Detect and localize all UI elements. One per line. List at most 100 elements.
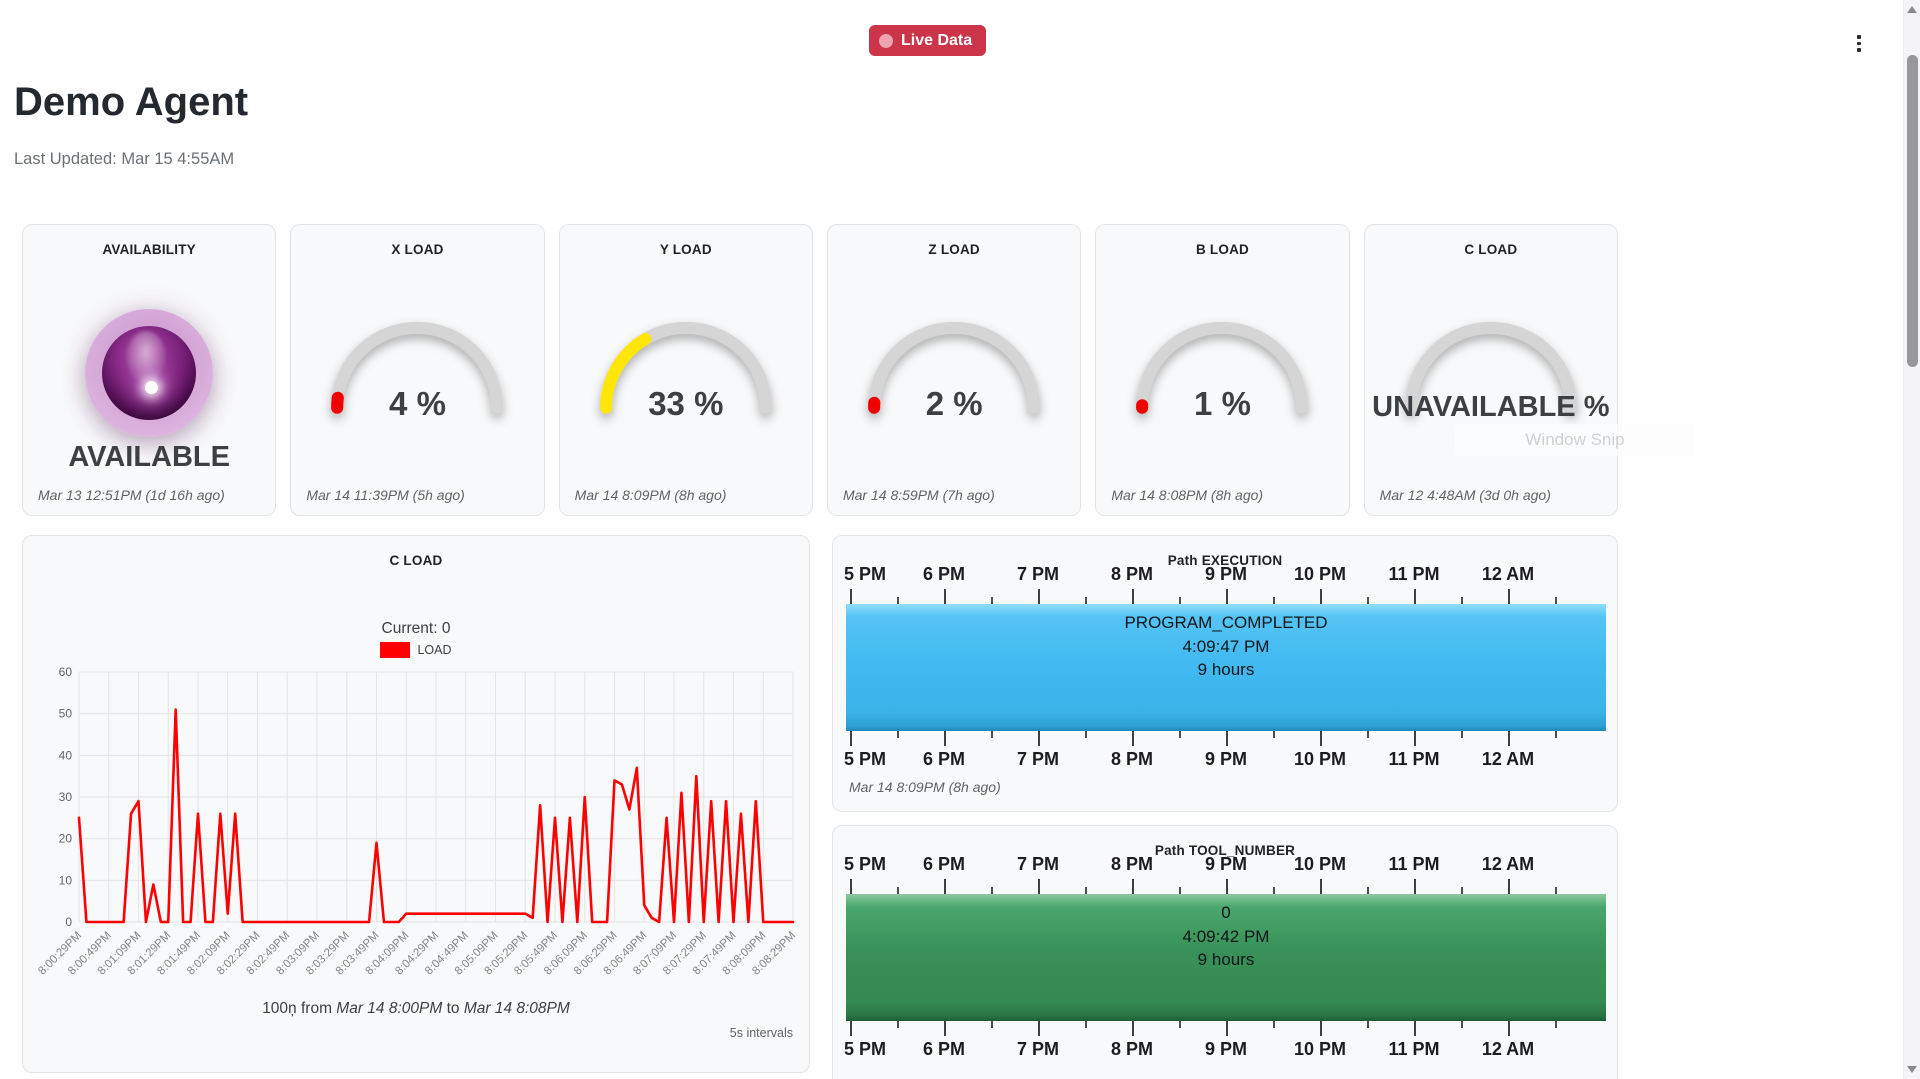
hour-label: 12 AM bbox=[1482, 564, 1534, 585]
major-tick bbox=[1226, 879, 1228, 894]
minor-tick bbox=[1367, 1021, 1369, 1028]
hour-labels: 5 PM6 PM7 PM8 PM9 PM10 PM11 PM12 AM bbox=[846, 564, 1606, 586]
minor-tick bbox=[1085, 731, 1087, 738]
bar-status-text: PROGRAM_COMPLETED bbox=[846, 611, 1606, 635]
kebab-dot bbox=[1857, 35, 1861, 39]
hour-label: 10 PM bbox=[1294, 854, 1346, 875]
hour-label: 8 PM bbox=[1111, 1039, 1153, 1060]
svg-text:50: 50 bbox=[59, 707, 73, 721]
minor-tick bbox=[1367, 731, 1369, 738]
svg-text:0: 0 bbox=[65, 915, 72, 929]
major-tick bbox=[1508, 589, 1510, 604]
timeline-axis-bottom: 5 PM6 PM7 PM8 PM9 PM10 PM11 PM12 AM bbox=[846, 1021, 1606, 1065]
major-tick bbox=[1414, 879, 1416, 894]
page-title: Demo Agent bbox=[14, 80, 248, 125]
major-tick bbox=[850, 1021, 852, 1036]
timeline-timestamp: Mar 14 8:09PM (8h ago) bbox=[849, 779, 1001, 795]
hour-labels: 5 PM6 PM7 PM8 PM9 PM10 PM11 PM12 AM bbox=[846, 854, 1606, 876]
chart-title: C LOAD bbox=[23, 553, 809, 568]
major-tick bbox=[1320, 879, 1322, 894]
bar-duration-text: 9 hours bbox=[846, 948, 1606, 972]
scroll-up-arrow-icon[interactable] bbox=[1907, 6, 1917, 13]
orb-highlight bbox=[126, 331, 166, 383]
major-tick bbox=[850, 731, 852, 746]
kebab-dot bbox=[1857, 48, 1861, 52]
gauge-title: B LOAD bbox=[1096, 242, 1348, 257]
kebab-menu-icon[interactable] bbox=[1851, 31, 1867, 56]
svg-text:20: 20 bbox=[59, 832, 73, 846]
axis-ticks bbox=[846, 876, 1606, 894]
gauge-title: Z LOAD bbox=[828, 242, 1080, 257]
path-tool-number-card: Path TOOL_NUMBER 5 PM6 PM7 PM8 PM9 PM10 … bbox=[832, 825, 1618, 1079]
major-tick bbox=[1226, 589, 1228, 604]
minor-tick bbox=[1555, 597, 1557, 604]
major-tick bbox=[944, 589, 946, 604]
minor-tick bbox=[1179, 887, 1181, 894]
axis-ticks bbox=[846, 1021, 1606, 1038]
timeline-bar-tool-number[interactable]: 0 4:09:42 PM 9 hours bbox=[846, 894, 1606, 1021]
major-tick bbox=[1320, 731, 1322, 746]
hour-label: 11 PM bbox=[1388, 854, 1439, 875]
axis-ticks bbox=[846, 731, 1606, 748]
gauge-title: X LOAD bbox=[291, 242, 543, 257]
major-tick bbox=[1038, 879, 1040, 894]
major-tick bbox=[1508, 879, 1510, 894]
hour-label: 11 PM bbox=[1388, 1039, 1439, 1060]
hour-label: 11 PM bbox=[1388, 564, 1439, 585]
bar-time-text: 4:09:47 PM bbox=[846, 635, 1606, 659]
range-joiner: to bbox=[447, 1000, 460, 1017]
minor-tick bbox=[897, 731, 899, 738]
minor-tick bbox=[1555, 731, 1557, 738]
major-tick bbox=[1132, 1021, 1134, 1036]
legend-swatch bbox=[380, 642, 410, 658]
gauge-value: 1 % bbox=[1096, 385, 1348, 423]
live-data-label: Live Data bbox=[901, 32, 972, 50]
window-snip-ghost: Window Snip bbox=[1455, 424, 1695, 456]
major-tick bbox=[1414, 589, 1416, 604]
svg-text:60: 60 bbox=[59, 665, 73, 679]
c-load-chart-card: C LOAD Current: 0 LOAD 01020304050608:00… bbox=[22, 535, 810, 1073]
chart-range-text: 100ņ from Mar 14 8:00PM to Mar 14 8:08PM bbox=[23, 1000, 809, 1018]
range-end: Mar 14 8:08PM bbox=[464, 1000, 570, 1017]
scrollbar-thumb[interactable] bbox=[1907, 55, 1918, 367]
hour-label: 8 PM bbox=[1111, 749, 1153, 770]
availability-value: AVAILABLE bbox=[23, 441, 275, 474]
bar-status-text: 0 bbox=[846, 901, 1606, 925]
hour-label: 6 PM bbox=[923, 749, 965, 770]
minor-tick bbox=[1555, 1021, 1557, 1028]
gauge-card-z-load: Z LOAD 2 % Mar 14 8:59PM (7h ago) bbox=[827, 224, 1081, 516]
gauge-value: 33 % bbox=[560, 385, 812, 423]
gauge-card-y-load: Y LOAD 33 % Mar 14 8:09PM (8h ago) bbox=[559, 224, 813, 516]
major-tick bbox=[944, 1021, 946, 1036]
gauge-timestamp: Mar 14 8:09PM (8h ago) bbox=[575, 487, 727, 503]
bar-time-text: 4:09:42 PM bbox=[846, 925, 1606, 949]
gauge-card-c-load: C LOAD UNAVAILABLE % Mar 12 4:48AM (3d 0… bbox=[1364, 224, 1618, 516]
timeline-bar-execution[interactable]: PROGRAM_COMPLETED 4:09:47 PM 9 hours bbox=[846, 604, 1606, 731]
hour-label: 12 AM bbox=[1482, 854, 1534, 875]
scrollbar[interactable] bbox=[1903, 0, 1920, 1079]
c-load-line-chart: 01020304050608:00:29PM8:00:49PM8:01:09PM… bbox=[31, 664, 803, 1002]
minor-tick bbox=[1273, 1021, 1275, 1028]
minor-tick bbox=[991, 731, 993, 738]
axis-ticks bbox=[846, 586, 1606, 604]
minor-tick bbox=[1461, 731, 1463, 738]
legend-label: LOAD bbox=[417, 643, 451, 657]
gauge-value: 4 % bbox=[291, 385, 543, 423]
hour-label: 12 AM bbox=[1482, 1039, 1534, 1060]
hour-labels: 5 PM6 PM7 PM8 PM9 PM10 PM11 PM12 AM bbox=[846, 749, 1606, 771]
minor-tick bbox=[1085, 1021, 1087, 1028]
gauge-timestamp: Mar 14 8:59PM (7h ago) bbox=[843, 487, 995, 503]
major-tick bbox=[1038, 731, 1040, 746]
hour-label: 8 PM bbox=[1111, 854, 1153, 875]
major-tick bbox=[944, 879, 946, 894]
major-tick bbox=[1414, 1021, 1416, 1036]
range-prefix: 100ņ from bbox=[262, 1000, 332, 1017]
timeline-axis-top: 5 PM6 PM7 PM8 PM9 PM10 PM11 PM12 AM bbox=[846, 564, 1606, 604]
orb-glow-dot bbox=[145, 381, 158, 394]
gauge-title: AVAILABILITY bbox=[23, 242, 275, 257]
gauge-title: C LOAD bbox=[1365, 242, 1617, 257]
scroll-down-arrow-icon[interactable] bbox=[1907, 1066, 1917, 1073]
major-tick bbox=[1226, 1021, 1228, 1036]
major-tick bbox=[1414, 731, 1416, 746]
hour-label: 9 PM bbox=[1205, 564, 1247, 585]
